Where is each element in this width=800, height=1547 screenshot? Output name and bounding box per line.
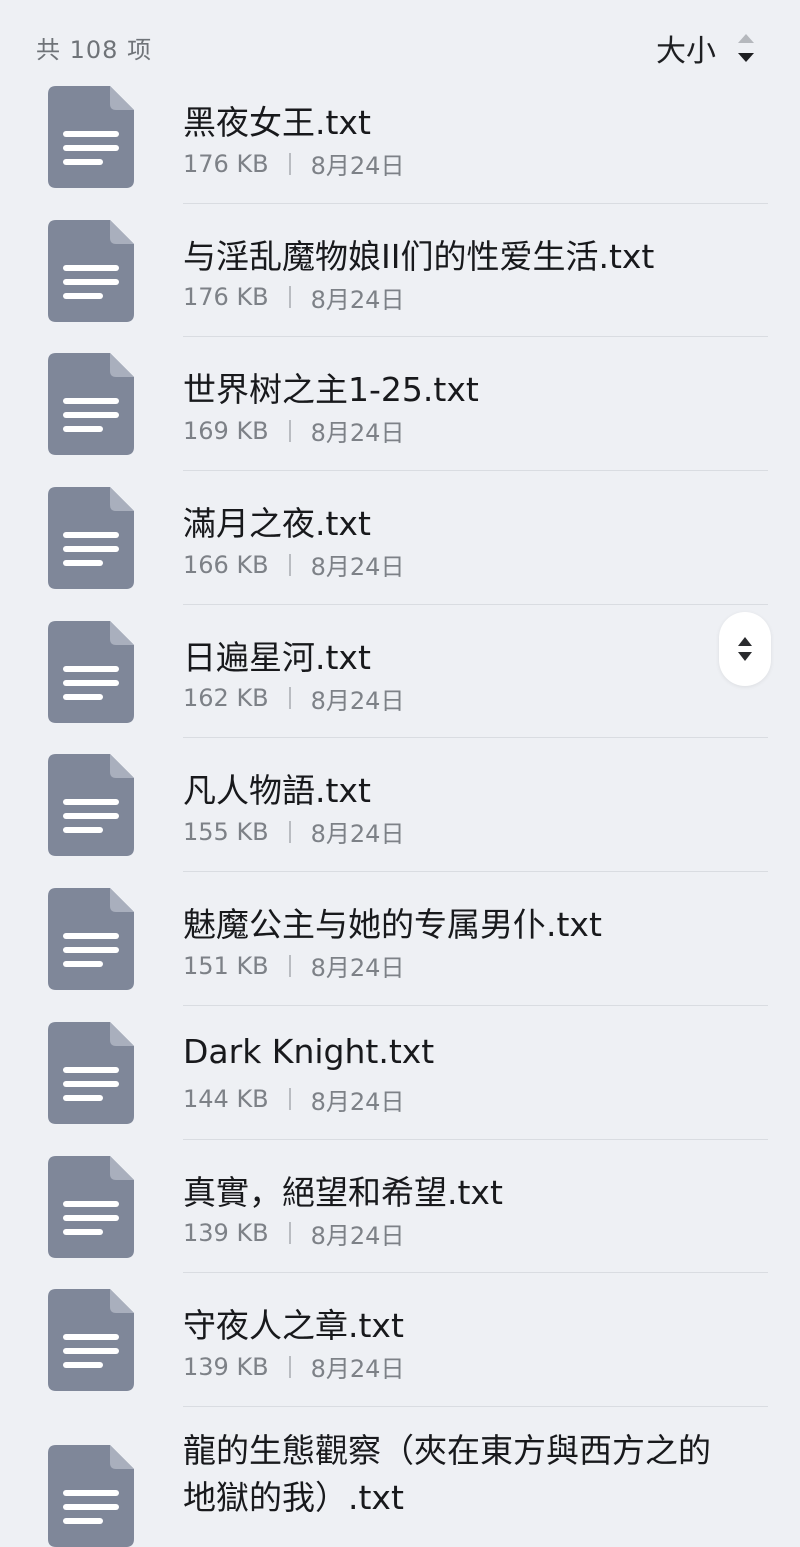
- document-icon: [48, 1444, 134, 1547]
- file-size: 176 KB: [183, 149, 269, 178]
- meta-separator: [288, 1355, 291, 1378]
- list-item[interactable]: Dark Knight.txt 144 KB 8月24日: [0, 1006, 800, 1140]
- meta-separator: [288, 419, 291, 442]
- file-meta: 139 KB 8月24日: [183, 1349, 404, 1384]
- file-name: 滿月之夜.txt: [183, 504, 371, 544]
- file-name: 黑夜女王.txt: [183, 103, 371, 142]
- meta-separator: [288, 820, 291, 843]
- sort-arrows-icon: [738, 34, 754, 62]
- list-item[interactable]: 黑夜女王.txt 176 KB 8月24日: [0, 70, 800, 204]
- list-item[interactable]: 守夜人之章.txt 139 KB 8月24日: [0, 1273, 800, 1407]
- document-icon: [48, 620, 134, 723]
- file-meta: 169 KB 8月24日: [183, 413, 404, 448]
- file-date: 8月24日: [310, 1221, 405, 1250]
- file-date: 8月24日: [310, 152, 405, 180]
- file-meta: 176 KB 8月24日: [183, 280, 404, 315]
- file-size: 176 KB: [183, 283, 269, 312]
- file-date: 8月24日: [310, 820, 405, 849]
- meta-separator: [288, 553, 291, 576]
- document-icon: [48, 86, 134, 188]
- file-size: 169 KB: [183, 416, 269, 445]
- file-name: 与淫乱魔物娘II们的性爱生活.txt: [183, 236, 655, 276]
- file-name: 世界树之主1-25.txt: [183, 370, 479, 410]
- fast-scroll-handle[interactable]: [719, 612, 771, 686]
- document-icon: [48, 353, 134, 456]
- file-size: 139 KB: [183, 1219, 269, 1247]
- item-count: 共 108 项: [36, 36, 153, 64]
- file-name: Dark Knight.txt: [183, 1031, 435, 1071]
- file-name: 守夜人之章.txt: [183, 1306, 404, 1346]
- document-icon: [48, 754, 134, 857]
- file-name: 日遍星河.txt: [183, 637, 371, 677]
- file-size: 151 KB: [183, 951, 269, 980]
- file-meta: 155 KB 8月24日: [183, 814, 404, 849]
- file-name: 凡人物語.txt: [183, 771, 371, 811]
- list-item[interactable]: 日遍星河.txt 162 KB 8月24日: [0, 605, 800, 739]
- document-icon: [48, 1021, 134, 1124]
- sort-button[interactable]: 大小: [656, 26, 756, 70]
- file-meta: 151 KB 8月24日: [183, 948, 404, 983]
- file-size: 139 KB: [183, 1352, 269, 1381]
- list-item[interactable]: 真實，絕望和希望.txt 139 KB 8月24日: [0, 1140, 800, 1274]
- file-meta: 176 KB 8月24日: [183, 146, 404, 181]
- list-item[interactable]: 龍的生態觀察（夾在東方與西方之的地獄的我）.txt: [0, 1407, 800, 1547]
- file-size: 166 KB: [183, 550, 269, 579]
- sort-label: 大小: [656, 34, 716, 69]
- file-size: 162 KB: [183, 684, 269, 713]
- file-date: 8月24日: [310, 954, 405, 983]
- list-item[interactable]: 凡人物語.txt 155 KB 8月24日: [0, 738, 800, 873]
- list-item[interactable]: 滿月之夜.txt 166 KB 8月24日: [0, 471, 800, 605]
- meta-separator: [288, 687, 291, 710]
- file-name: 真實，絕望和希望.txt: [183, 1172, 503, 1212]
- meta-separator: [288, 286, 291, 309]
- file-meta: 144 KB 8月24日: [183, 1082, 404, 1117]
- file-date: 8月24日: [310, 419, 405, 448]
- meta-separator: [288, 1222, 291, 1244]
- file-meta: 162 KB 8月24日: [183, 681, 404, 716]
- list-item[interactable]: 与淫乱魔物娘II们的性爱生活.txt 176 KB 8月24日: [0, 204, 800, 338]
- meta-separator: [288, 1088, 291, 1111]
- file-date: 8月24日: [310, 1355, 405, 1384]
- meta-separator: [288, 152, 291, 175]
- meta-separator: [288, 954, 291, 977]
- file-name: 龍的生態觀察（夾在東方與西方之的地獄的我）.txt: [183, 1430, 711, 1517]
- document-icon: [48, 1155, 134, 1258]
- file-size: 155 KB: [183, 817, 269, 846]
- file-date: 8月24日: [310, 686, 405, 715]
- file-meta: 166 KB 8月24日: [183, 547, 404, 582]
- file-list: 黑夜女王.txt 176 KB 8月24日 与淫乱魔物娘II们的性爱生活.txt…: [0, 70, 800, 1547]
- document-icon: [48, 219, 134, 322]
- document-icon: [48, 1289, 134, 1392]
- list-item[interactable]: 魅魔公主与她的专属男仆.txt 151 KB 8月24日: [0, 872, 800, 1006]
- file-meta: 139 KB 8月24日: [183, 1216, 404, 1251]
- file-date: 8月24日: [310, 553, 405, 582]
- fast-scroll-icon: [738, 637, 752, 661]
- file-name: 魅魔公主与她的专属男仆.txt: [183, 905, 602, 945]
- file-date: 8月24日: [310, 1087, 405, 1116]
- file-date: 8月24日: [310, 285, 405, 314]
- document-icon: [48, 487, 134, 590]
- list-item[interactable]: 世界树之主1-25.txt 169 KB 8月24日: [0, 337, 800, 472]
- document-icon: [48, 888, 134, 991]
- file-size: 144 KB: [183, 1085, 269, 1114]
